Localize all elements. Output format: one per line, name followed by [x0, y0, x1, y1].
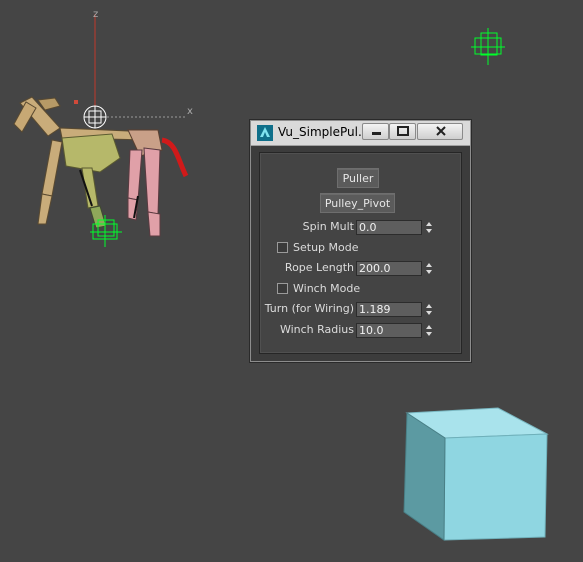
close-button[interactable]	[417, 123, 463, 140]
spin-mult-label: Spin Mult	[302, 220, 354, 233]
point-helper-upper[interactable]	[471, 28, 505, 65]
winch-radius-spinner-arrows[interactable]	[424, 323, 434, 338]
simple-pulley-dialog[interactable]: Vu_SimplePul... Puller Pulley_Pivot Spin…	[250, 120, 471, 362]
dialog-title: Vu_SimplePul...	[278, 125, 362, 139]
x-axis-label: x	[187, 106, 193, 117]
winch-mode-checkbox[interactable]	[277, 283, 288, 294]
3dsmax-logo-icon	[257, 125, 273, 141]
maximize-icon	[397, 126, 409, 136]
puller-button[interactable]: Puller	[337, 168, 379, 188]
setup-mode-checkbox[interactable]	[277, 242, 288, 253]
rope-length-field[interactable]: 200.0	[356, 261, 422, 276]
setup-mode-label: Setup Mode	[293, 241, 359, 254]
box-object[interactable]	[403, 407, 549, 541]
maximize-button[interactable]	[389, 123, 416, 140]
dialog-titlebar[interactable]: Vu_SimplePul...	[251, 121, 470, 146]
rollout-panel: Puller Pulley_Pivot Spin Mult 0.0 Setup …	[259, 152, 462, 354]
spin-mult-spinner-arrows[interactable]	[424, 220, 434, 235]
turn-field[interactable]: 1.189	[356, 302, 422, 317]
minimize-icon	[372, 132, 381, 135]
z-axis-label: z	[93, 9, 98, 20]
close-icon	[436, 126, 446, 136]
pulley-pivot-button[interactable]: Pulley_Pivot	[320, 193, 395, 213]
minimize-button[interactable]	[362, 123, 389, 140]
rope-length-spinner-arrows[interactable]	[424, 261, 434, 276]
winch-radius-label: Winch Radius	[279, 323, 354, 336]
horse-rig[interactable]	[13, 96, 189, 237]
winch-mode-label: Winch Mode	[293, 282, 361, 295]
rope-length-label: Rope Length	[284, 261, 354, 274]
winch-radius-field[interactable]: 10.0	[356, 323, 422, 338]
turn-spinner-arrows[interactable]	[424, 302, 434, 317]
spin-mult-field[interactable]: 0.0	[356, 220, 422, 235]
pivot-gizmo[interactable]	[74, 100, 107, 129]
turn-label: Turn (for Wiring)	[264, 302, 354, 315]
